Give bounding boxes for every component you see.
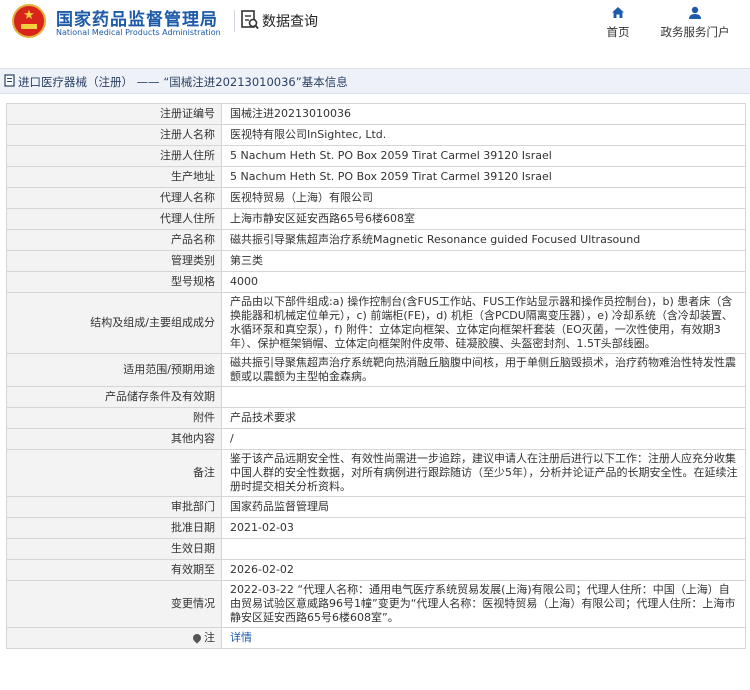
site-logo-en[interactable]: National Medical Products Administration <box>56 28 221 37</box>
table-row: 注 详情 <box>6 627 746 649</box>
row-value: 上海市静安区延安西路65号6楼608室 <box>221 208 746 230</box>
table-row: 生产地址 5 Nachum Heth St. PO Box 2059 Tirat … <box>6 166 746 188</box>
row-value: 2026-02-02 <box>221 559 746 581</box>
breadcrumb: 进口医疗器械（注册） —— “国械注进20213010036”基本信息 <box>0 68 750 94</box>
row-label: 备注 <box>6 449 222 497</box>
user-icon <box>689 6 701 19</box>
breadcrumb-separator: —— <box>136 75 160 89</box>
row-value: 第三类 <box>221 250 746 272</box>
national-emblem-icon: ★ <box>12 4 46 38</box>
table-row: 注册证编号 国械注进20213010036 <box>6 103 746 125</box>
nav-home-label: 首页 <box>606 25 630 39</box>
row-value <box>221 538 746 560</box>
row-label: 有效期至 <box>6 559 222 581</box>
row-value: 国家药品监督管理局 <box>221 496 746 518</box>
row-value: 磁共振引导聚焦超声治疗系统靶向热消融丘脑腹中间核，用于单侧丘脑毁损术，治疗药物难… <box>221 353 746 387</box>
row-value: 磁共振引导聚焦超声治疗系统Magnetic Resonance guided F… <box>221 229 746 251</box>
table-row: 产品储存条件及有效期 <box>6 386 746 408</box>
site-logo-cn[interactable]: 国家药品监督管理局 <box>56 5 218 30</box>
table-row: 备注 鉴于该产品远期安全性、有效性尚需进一步追踪，建议申请人在注册后进行以下工作：… <box>6 449 746 497</box>
table-row: 代理人名称 医视特贸易（上海）有限公司 <box>6 187 746 209</box>
row-value: 医视特贸易（上海）有限公司 <box>221 187 746 209</box>
details-link[interactable]: 详情 <box>230 631 252 644</box>
table-row: 批准日期 2021-02-03 <box>6 517 746 539</box>
table-row: 注册人名称 医视特有限公司InSightec, Ltd. <box>6 124 746 146</box>
table-row: 其他内容 / <box>6 428 746 450</box>
breadcrumb-category[interactable]: 进口医疗器械（注册） <box>18 75 133 89</box>
row-value: 产品由以下部件组成:a) 操作控制台(含FUS工作站、FUS工作站显示器和操作员… <box>221 292 746 354</box>
table-row: 审批部门 国家药品监督管理局 <box>6 496 746 518</box>
row-label: 审批部门 <box>6 496 222 518</box>
data-query-icon <box>241 10 259 30</box>
row-value: 5 Nachum Heth St. PO Box 2059 Tirat Carm… <box>221 145 746 167</box>
row-value: 产品技术要求 <box>221 407 746 429</box>
row-label: 适用范围/预期用途 <box>6 353 222 387</box>
row-value: 国械注进20213010036 <box>221 103 746 125</box>
section-title: 数据查询 <box>262 14 318 30</box>
record-table: 注册证编号 国械注进20213010036 注册人名称 医视特有限公司InSight… <box>6 103 746 649</box>
site-header: ★ 国家药品监督管理局 National Medical Products Ad… <box>0 0 750 48</box>
row-value: 4000 <box>221 271 746 293</box>
note-label: 注 <box>204 631 215 644</box>
nav-home[interactable]: 首页 <box>600 4 636 40</box>
table-row: 结构及组成/主要组成成分 产品由以下部件组成:a) 操作控制台(含FUS工作站、F… <box>6 292 746 354</box>
row-value: 2021-02-03 <box>221 517 746 539</box>
table-row: 变更情况 2022-03-22 “代理人名称：通用电气医疗系统贸易发展(上海)有限… <box>6 580 746 628</box>
row-value: 鉴于该产品远期安全性、有效性尚需进一步追踪，建议申请人在注册后进行以下工作：注册… <box>221 449 746 497</box>
document-icon <box>4 74 15 87</box>
breadcrumb-title: “国械注进20213010036”基本信息 <box>163 75 348 89</box>
note-label-cell: 注 <box>6 627 222 649</box>
row-label: 变更情况 <box>6 580 222 628</box>
table-row: 管理类别 第三类 <box>6 250 746 272</box>
row-label: 结构及组成/主要组成成分 <box>6 292 222 354</box>
row-label: 产品名称 <box>6 229 222 251</box>
row-label: 其他内容 <box>6 428 222 450</box>
row-label: 管理类别 <box>6 250 222 272</box>
table-row: 注册人住所 5 Nachum Heth St. PO Box 2059 Tirat… <box>6 145 746 167</box>
row-label: 注册证编号 <box>6 103 222 125</box>
row-label: 生产地址 <box>6 166 222 188</box>
pin-icon <box>191 632 203 644</box>
row-label: 注册人住所 <box>6 145 222 167</box>
row-label: 代理人住所 <box>6 208 222 230</box>
nav-service-portal[interactable]: 政务服务门户 <box>652 4 738 40</box>
row-label: 型号规格 <box>6 271 222 293</box>
row-value: 医视特有限公司InSightec, Ltd. <box>221 124 746 146</box>
row-value: / <box>221 428 746 450</box>
row-value: 2022-03-22 “代理人名称：通用电气医疗系统贸易发展(上海)有限公司；代… <box>221 580 746 628</box>
table-row: 生效日期 <box>6 538 746 560</box>
row-label: 产品储存条件及有效期 <box>6 386 222 408</box>
row-label: 注册人名称 <box>6 124 222 146</box>
nav-service-portal-label: 政务服务门户 <box>660 25 730 39</box>
table-row: 适用范围/预期用途 磁共振引导聚焦超声治疗系统靶向热消融丘脑腹中间核，用于单侧丘脑… <box>6 353 746 387</box>
table-row: 型号规格 4000 <box>6 271 746 293</box>
row-label: 生效日期 <box>6 538 222 560</box>
row-label: 代理人名称 <box>6 187 222 209</box>
row-value: 5 Nachum Heth St. PO Box 2059 Tirat Carm… <box>221 166 746 188</box>
table-row: 有效期至 2026-02-02 <box>6 559 746 581</box>
table-row: 代理人住所 上海市静安区延安西路65号6楼608室 <box>6 208 746 230</box>
record-table-wrapper: 注册证编号 国械注进20213010036 注册人名称 医视特有限公司InSight… <box>6 103 746 649</box>
row-value <box>221 386 746 408</box>
note-value-cell: 详情 <box>221 627 746 649</box>
row-label: 批准日期 <box>6 517 222 539</box>
header-divider <box>234 10 235 32</box>
row-label: 附件 <box>6 407 222 429</box>
table-row: 产品名称 磁共振引导聚焦超声治疗系统Magnetic Resonance guid… <box>6 229 746 251</box>
table-row: 附件 产品技术要求 <box>6 407 746 429</box>
home-icon <box>612 7 624 18</box>
